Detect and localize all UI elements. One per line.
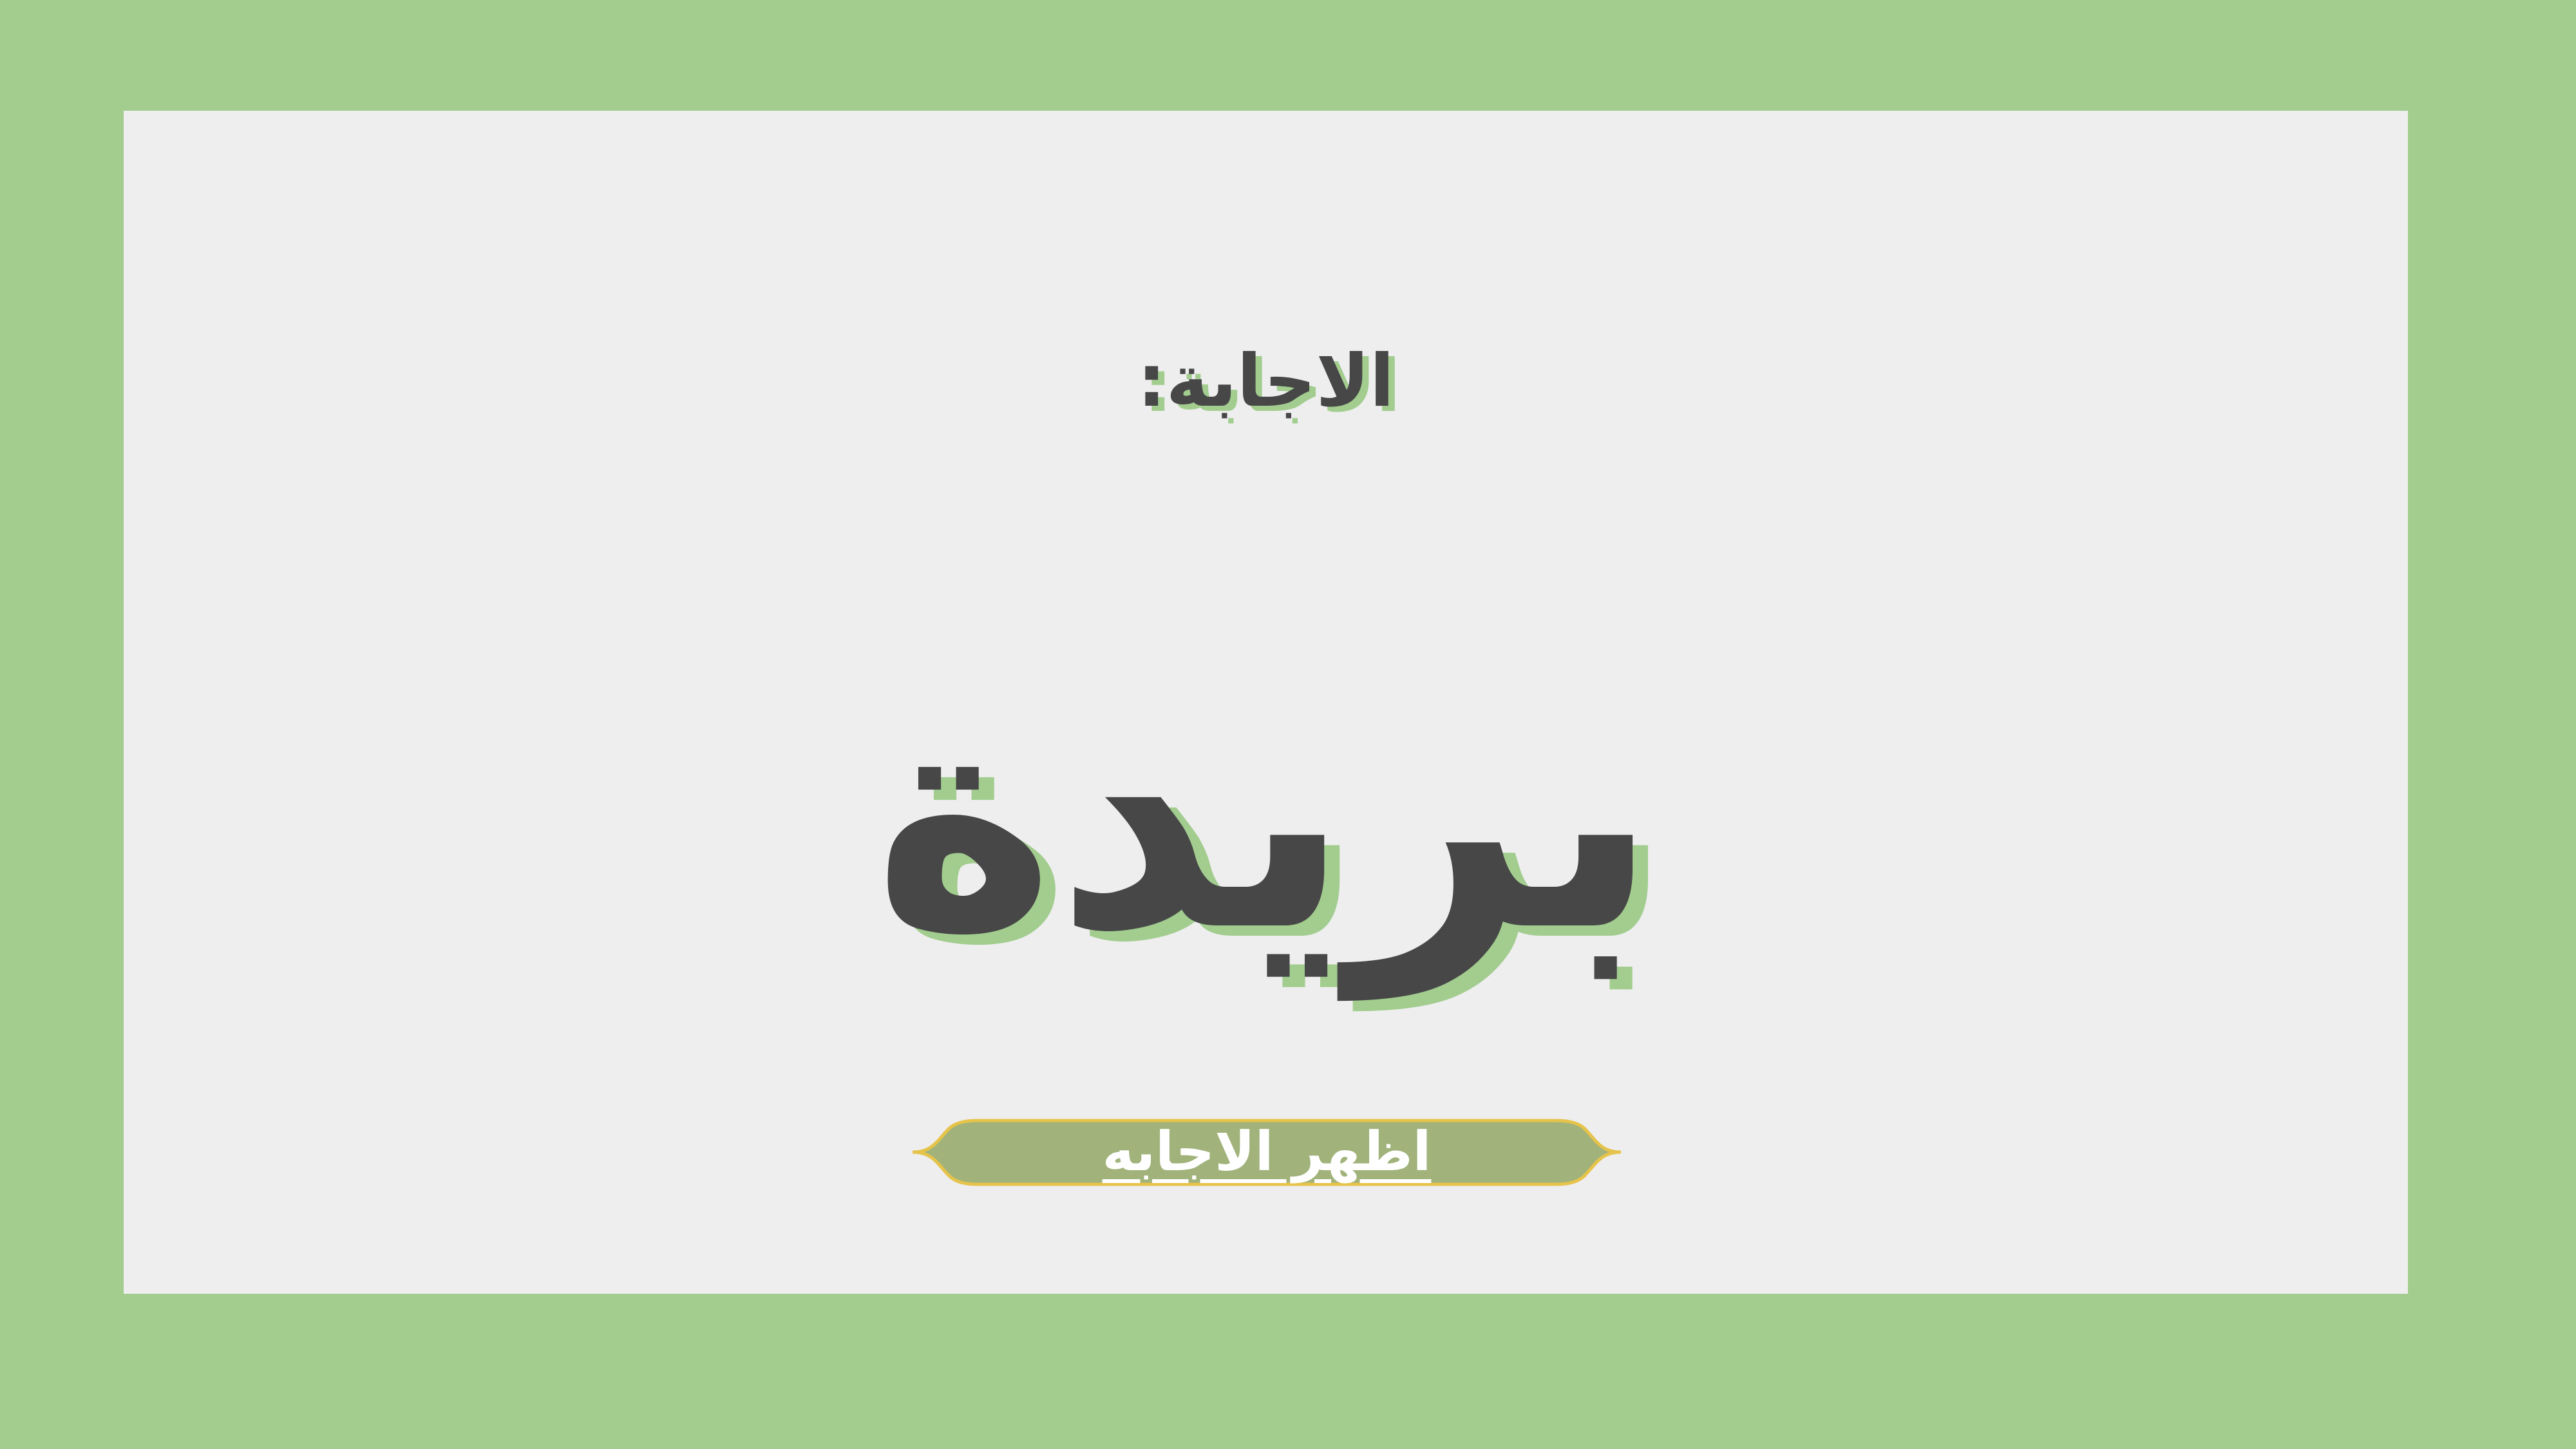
show-answer-button[interactable]: اظهر الاجابه [887, 1115, 1647, 1189]
show-answer-button-label: اظهر الاجابه [1102, 1120, 1432, 1183]
slide-panel: الاجابة: بريدة اظهر الاجابه [124, 111, 2408, 1294]
answer-heading: الاجابة: [1137, 339, 1395, 423]
answer-text: بريدة [873, 639, 1659, 999]
